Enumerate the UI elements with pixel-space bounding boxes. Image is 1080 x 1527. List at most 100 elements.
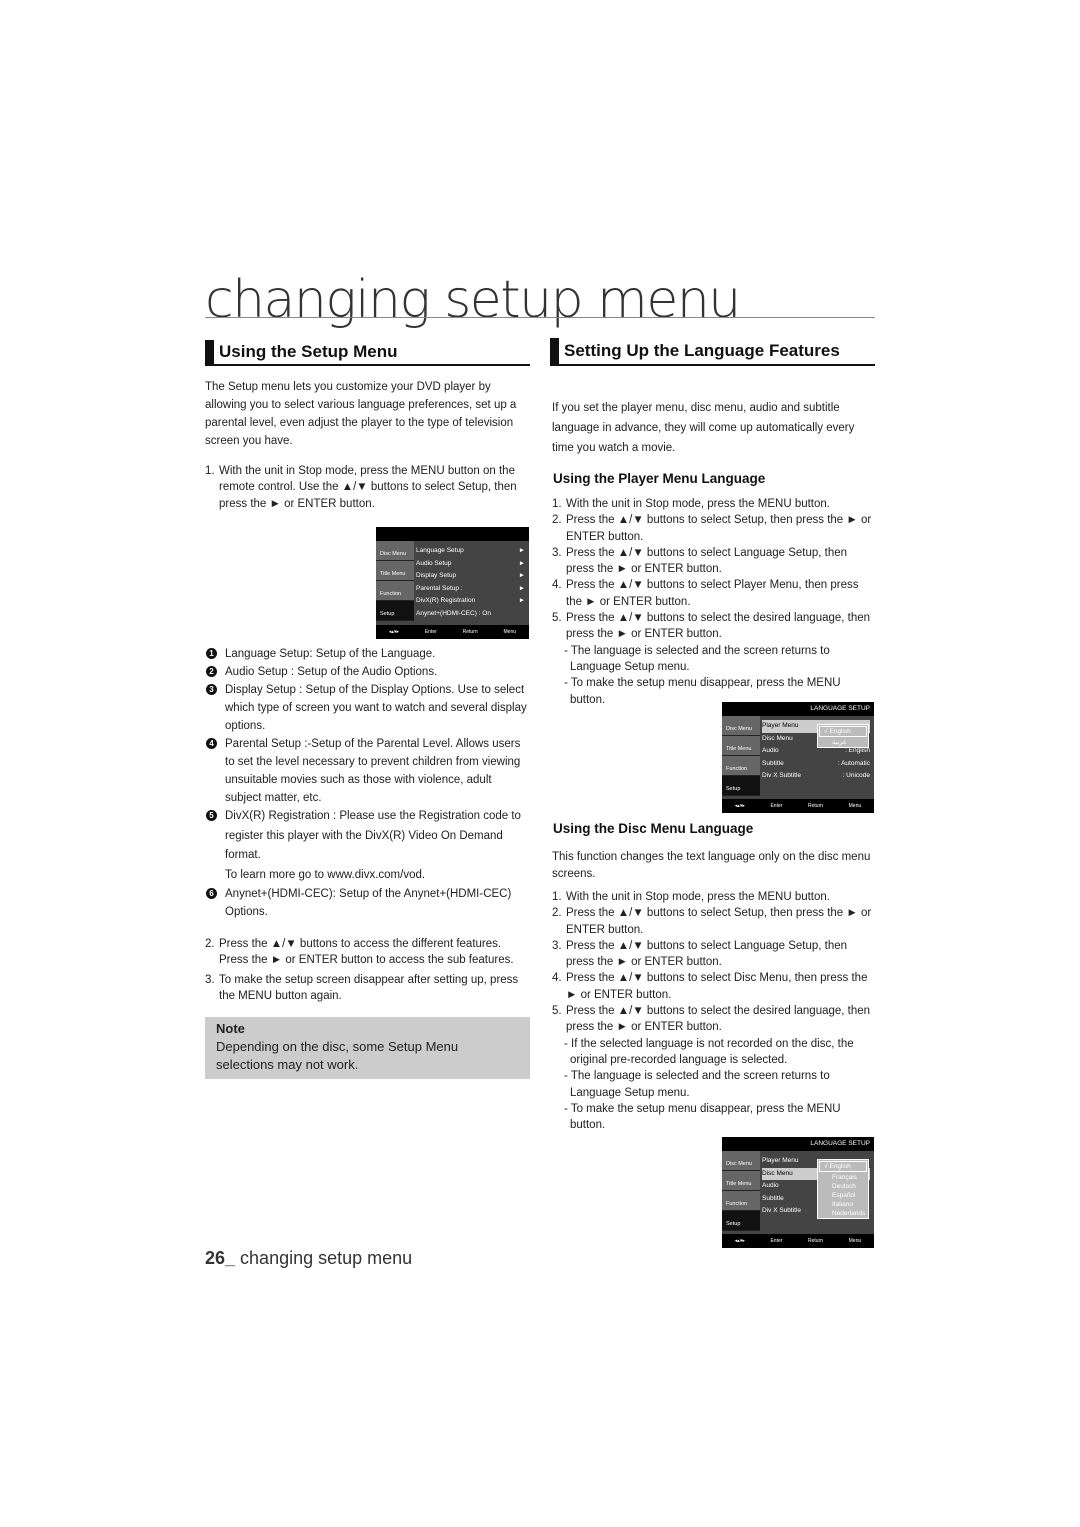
- language-option[interactable]: Nederlands: [818, 1209, 868, 1218]
- menu-footer: ◂▴▾▸ Enter Return Menu: [376, 625, 529, 639]
- menu-items: Language Setup ► Audio Setup ► Display Setup…: [416, 545, 525, 620]
- step-number: 4.: [552, 972, 562, 985]
- footer-hint-menu: Menu: [848, 803, 862, 809]
- step-item: 1. With the unit in Stop mode, press the …: [552, 496, 877, 512]
- menu-item-label: Audio: [762, 747, 779, 754]
- menu-item[interactable]: Display Setup ►: [416, 570, 525, 583]
- sidebar-tab-disc-menu[interactable]: Disc Menu: [376, 541, 414, 561]
- option-item: 1 Language Setup: Setup of the Language.: [206, 645, 531, 663]
- step-number: 5.: [552, 1005, 562, 1018]
- step-text: Press the ▲/▼ buttons to select Player M…: [566, 579, 859, 608]
- step-text: To make the setup screen disappear after…: [219, 974, 519, 1003]
- dash-marker: -: [564, 677, 571, 690]
- menu-item[interactable]: Audio Setup ►: [416, 558, 525, 571]
- sidebar-tab-function[interactable]: Function: [722, 1191, 760, 1211]
- sidebar-tab-disc-menu[interactable]: Disc Menu: [722, 716, 760, 736]
- option-item: 4 Parental Setup :-Setup of the Parental …: [206, 735, 531, 807]
- option-text: Language Setup: Setup of the Language.: [225, 648, 436, 660]
- disc-menu-intro: This function changes the text language …: [552, 851, 871, 880]
- menu-item-value: ►: [518, 584, 525, 592]
- footer-hint-enter: Enter: [770, 803, 783, 809]
- menu-item-label: Parental Setup :: [416, 584, 463, 592]
- language-option[interactable]: Español: [818, 1191, 868, 1200]
- setup-menu-screen: Disc Menu Title Menu Function Setup Language…: [376, 527, 529, 639]
- number-badge: 5: [206, 810, 217, 821]
- step-number: 3.: [552, 546, 562, 559]
- sidebar-tab-setup[interactable]: Setup: [376, 601, 414, 621]
- language-option[interactable]: عربية: [818, 738, 868, 747]
- sidebar-tab-function[interactable]: Function: [722, 756, 760, 776]
- dash-marker: -: [564, 1102, 571, 1115]
- menu-item[interactable]: Parental Setup : ►: [416, 583, 525, 596]
- number-badge: 3: [206, 684, 217, 695]
- step-item: 5. Press the ▲/▼ buttons to select the de…: [552, 610, 877, 643]
- sidebar-tab-setup[interactable]: Setup: [722, 776, 760, 796]
- page-title: changing setup menu: [205, 270, 741, 330]
- step-item: 2. Press the ▲/▼ buttons to select Setup,…: [552, 905, 877, 938]
- menu-title: [376, 527, 529, 541]
- step-text: Press the ▲/▼ buttons to access the diff…: [219, 938, 514, 967]
- language-option[interactable]: Deutsch: [818, 1182, 868, 1191]
- menu-item[interactable]: Anynet+(HDMI-CEC) : On: [416, 608, 525, 621]
- sidebar-tab-title-menu[interactable]: Title Menu: [376, 561, 414, 581]
- sidebar-tab-title-menu[interactable]: Title Menu: [722, 736, 760, 756]
- sidebar-tab-disc-menu[interactable]: Disc Menu: [722, 1151, 760, 1171]
- menu-item[interactable]: Subtitle: Automatic: [762, 758, 870, 771]
- nav-arrows-icon: ◂▴▾▸: [388, 629, 399, 635]
- menu-item[interactable]: Language Setup ►: [416, 545, 525, 558]
- subheading-player-menu: Using the Player Menu Language: [553, 471, 766, 486]
- footer-hint-enter: Enter: [424, 629, 437, 635]
- menu-body: Disc Menu Title Menu Function Setup Player M…: [722, 1151, 874, 1234]
- step-text: With the unit in Stop mode, press the ME…: [219, 465, 517, 510]
- menu-title: LANGUAGE SETUP: [810, 705, 870, 712]
- step-text: Press the ▲/▼ buttons to select Language…: [566, 939, 848, 969]
- menu-item[interactable]: Div X Subtitle: Unicode: [762, 770, 870, 783]
- option-item: 6 Anynet+(HDMI-CEC): Setup of the Anynet+…: [206, 885, 531, 921]
- step-number: 2.: [552, 514, 562, 527]
- step-1: 1. With the unit in Stop mode, press the …: [205, 463, 530, 512]
- step-number: 1.: [552, 891, 562, 903]
- sidebar-tab-setup[interactable]: Setup: [722, 1211, 760, 1231]
- menu-item-value: : Automatic: [837, 759, 870, 767]
- language-option[interactable]: Italiano: [818, 1200, 868, 1209]
- dash-note: - If the selected language is not record…: [552, 1036, 877, 1069]
- sidebar-tab-title-menu[interactable]: Title Menu: [722, 1171, 760, 1191]
- menu-item-label: Div X Subtitle: [762, 1207, 802, 1214]
- step-text: Press the ▲/▼ buttons to select the desi…: [566, 612, 871, 641]
- step-text: Press the ▲/▼ buttons to select Setup, t…: [566, 907, 872, 936]
- option-item: To learn more go to www.divx.com/vod.: [206, 866, 531, 886]
- language-option[interactable]: √ English: [819, 1161, 867, 1172]
- menu-item-label: Anynet+(HDMI-CEC) : On: [416, 609, 491, 617]
- menu-item-label: Subtitle: [762, 1194, 784, 1202]
- menu-footer: ◂▴▾▸ Enter Return Menu: [722, 799, 874, 813]
- step-item: 1. With the unit in Stop mode, press the …: [552, 889, 877, 905]
- step-2: 2. Press the ▲/▼ buttons to access the di…: [205, 936, 530, 969]
- footer-hint-return: Return: [808, 803, 824, 809]
- language-option[interactable]: √ English: [819, 726, 867, 737]
- menu-body: Disc Menu Title Menu Function Setup Language…: [376, 541, 529, 625]
- menu-item-label: Audio Setup: [416, 559, 452, 567]
- note-title: Note: [216, 1021, 245, 1036]
- step-number: 1.: [552, 498, 562, 510]
- section-heading-language: Setting Up the Language Features: [550, 338, 875, 366]
- step-item: 3. Press the ▲/▼ buttons to select Langua…: [552, 938, 877, 971]
- step-text: Press the ▲/▼ buttons to select Setup, t…: [566, 514, 872, 543]
- setup-intro: The Setup menu lets you customize your D…: [205, 381, 517, 447]
- sidebar-tab-function[interactable]: Function: [376, 581, 414, 601]
- menu-body: Disc Menu Title Menu Function Setup Player M…: [722, 716, 874, 799]
- menu-item-label: Disc Menu: [762, 734, 793, 742]
- step-item: 4. Press the ▲/▼ buttons to select Player…: [552, 577, 877, 610]
- step-number: 3.: [552, 939, 562, 952]
- step-text: With the unit in Stop mode, press the ME…: [566, 498, 830, 510]
- menu-footer: ◂▴▾▸ Enter Return Menu: [722, 1234, 874, 1248]
- dash-text: If the selected language is not recorded…: [570, 1037, 854, 1066]
- menu-item-label: Player Menu: [762, 722, 799, 729]
- language-option[interactable]: Français: [818, 1173, 868, 1182]
- step-number: 2.: [552, 907, 562, 920]
- note-box: Note Depending on the disc, some Setup M…: [205, 1017, 530, 1079]
- menu-item-value: ►: [518, 547, 525, 554]
- dash-marker: -: [564, 1070, 571, 1083]
- menu-item-label: Display Setup: [416, 572, 457, 579]
- menu-item[interactable]: DivX(R) Registration ►: [416, 595, 525, 608]
